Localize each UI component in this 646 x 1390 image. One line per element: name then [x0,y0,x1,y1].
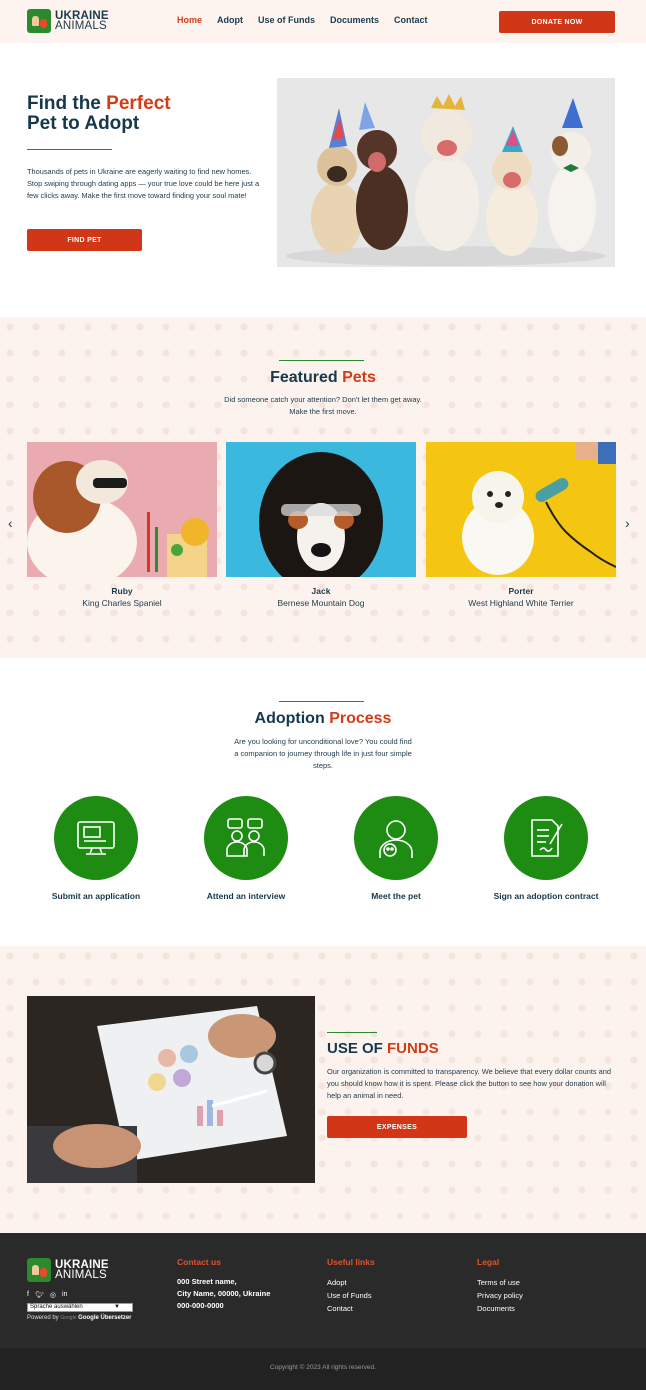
funds-title-text: USE OF [327,1040,383,1057]
funds-description: Our organization is committed to transpa… [327,1067,611,1100]
pet-name: Porter [508,586,534,596]
hero-description: Thousands of pets in Ukraine are eagerly… [27,167,260,200]
featured-title: Featured Pets [0,369,646,387]
footer-useful-links: Useful links Adopt Use of Funds Contact [327,1257,375,1315]
footer-contact: Contact us 000 Street name, City Name, 0… [177,1257,270,1312]
hero-divider [27,149,112,150]
powered-by-google: Powered by Google Google Übersetzer [27,1315,132,1321]
footer-contact-heading: Contact us [177,1257,221,1267]
hero-title-accent: Perfect [106,93,171,114]
featured-title-accent: Pets [342,369,376,386]
site-footer: UKRAINE ANIMALS f 🐦︎ ◎ in Sprache auswäh… [0,1233,646,1348]
linkedin-icon[interactable]: in [62,1291,67,1299]
donate-now-button[interactable]: DONATE NOW [499,11,615,33]
contact-line: 000 Street name, [177,1277,237,1286]
footer-legal: Legal Terms of use Privacy policy Docume… [477,1257,523,1315]
pet-card[interactable]: Jack Bernese Mountain Dog [226,442,416,608]
pet-breed: West Highland White Terrier [468,598,574,608]
process-step-label: Attend an interview [206,891,286,901]
footer-link-documents[interactable]: Documents [477,1302,523,1315]
language-select-value: Sprache auswählen [30,1304,83,1310]
footer-logo[interactable]: UKRAINE ANIMALS [27,1258,109,1282]
process-title: Adoption Process [0,710,646,728]
featured-title-text: Featured [270,369,338,386]
process-step-label: Meet the pet [371,891,421,901]
hero-title-part1: Find the [27,93,101,114]
process-step: Sign an adoption contract [471,796,621,901]
process-title-text: Adoption [254,710,325,727]
carousel-prev-arrow-icon[interactable]: ‹ [8,515,13,531]
funds-divider [327,1032,377,1033]
twitter-icon[interactable]: 🐦︎ [35,1291,44,1299]
pet-breed: King Charles Spaniel [82,598,162,608]
footer-link-contact[interactable]: Contact [327,1302,375,1315]
interview-icon [204,796,288,880]
featured-divider [279,360,364,361]
footer-link-privacy[interactable]: Privacy policy [477,1289,523,1302]
facebook-icon[interactable]: f [27,1291,29,1299]
expenses-button[interactable]: EXPENSES [327,1116,467,1138]
nav-home[interactable]: Home [177,15,202,25]
pet-name: Jack [311,586,331,596]
google-translate-link[interactable]: Google Übersetzer [78,1315,131,1321]
social-links: f 🐦︎ ◎ in [27,1291,67,1299]
footer-link-terms[interactable]: Terms of use [477,1276,523,1289]
contract-sign-icon [504,796,588,880]
language-select[interactable]: Sprache auswählen ▼ [27,1303,133,1312]
logo-mark-icon [27,9,51,33]
process-step-label: Submit an application [51,891,141,901]
footer-logo-line2: ANIMALS [55,1269,107,1281]
google-wordmark: Google [60,1315,77,1321]
footer-link-adopt[interactable]: Adopt [327,1276,375,1289]
pet-name: Ruby [111,586,133,596]
nav-adopt[interactable]: Adopt [217,15,243,25]
use-of-funds-section: USE OF FUNDS Our organization is committ… [0,946,646,1233]
copyright-text: Copyright © 2023 All rights reserved. [270,1364,376,1371]
process-subtitle: Are you looking for unconditional love? … [234,737,412,770]
find-pet-button[interactable]: FIND PET [27,229,142,251]
pet-card[interactable]: Ruby King Charles Spaniel [27,442,217,608]
footer-useful-heading: Useful links [327,1257,375,1267]
person-with-pet-icon [354,796,438,880]
hero-title: Find the Perfect Pet to Adopt [27,94,171,134]
main-nav: Home Adopt Use of Funds Documents Contac… [177,15,428,25]
funds-charts-image [27,996,315,1183]
footer-legal-heading: Legal [477,1257,500,1267]
featured-subtitle: Did someone catch your attention? Don't … [224,395,422,416]
process-divider [279,701,364,702]
pet-photo-ruby[interactable] [27,442,217,577]
process-title-accent: Process [329,710,392,727]
pet-photo-jack[interactable] [226,442,416,577]
computer-form-icon [54,796,138,880]
funds-title: USE OF FUNDS [327,1040,439,1057]
site-logo[interactable]: UKRAINE ANIMALS [27,9,109,33]
contact-line: City Name, 00000, Ukraine [177,1289,271,1298]
featured-pets-section: Featured Pets Did someone catch your att… [0,317,646,658]
funds-title-accent: FUNDS [387,1040,439,1057]
copyright-bar: Copyright © 2023 All rights reserved. [0,1348,646,1390]
footer-link-use-of-funds[interactable]: Use of Funds [327,1289,375,1302]
carousel-next-arrow-icon[interactable]: › [625,515,630,531]
pet-breed: Bernese Mountain Dog [277,598,365,608]
pet-card[interactable]: Porter West Highland White Terrier [426,442,616,608]
nav-contact[interactable]: Contact [394,15,428,25]
contact-line: 000-000-0000 [177,1301,224,1310]
process-step-label: Sign an adoption contract [493,891,599,901]
process-step: Submit an application [21,796,171,901]
site-header: UKRAINE ANIMALS Home Adopt Use of Funds … [0,0,646,43]
logo-mark-icon [27,1258,51,1282]
hero-puppies-image [277,78,615,267]
powered-by-label: Powered by [27,1315,59,1321]
hero-title-line2: Pet to Adopt [27,113,140,134]
nav-documents[interactable]: Documents [330,15,379,25]
logo-text-line2: ANIMALS [55,20,107,32]
instagram-icon[interactable]: ◎ [50,1291,56,1299]
process-step: Attend an interview [171,796,321,901]
chevron-down-icon: ▼ [114,1304,120,1310]
process-step: Meet the pet [321,796,471,901]
nav-use-of-funds[interactable]: Use of Funds [258,15,315,25]
pet-photo-porter[interactable] [426,442,616,577]
